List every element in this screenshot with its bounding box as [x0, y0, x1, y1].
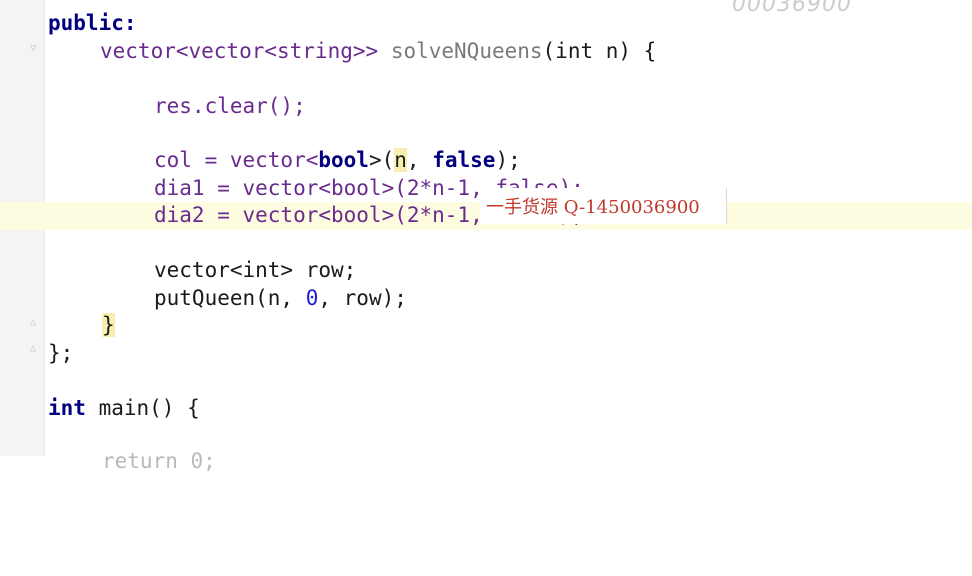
code-line-3: res.clear();	[154, 94, 306, 118]
fold-marker-icon[interactable]: ▽	[30, 44, 40, 54]
code-line-4: col = vector<bool>(n, false);	[154, 148, 521, 172]
fold-marker-icon[interactable]: △	[30, 344, 40, 354]
fold-marker-icon[interactable]: △	[30, 318, 40, 328]
code-line-10: };	[48, 341, 74, 365]
code-line-11: int main() {	[48, 396, 200, 420]
code-line-12: return 0;	[102, 449, 216, 473]
code-line-1: public:	[48, 11, 137, 35]
code-line-7: vector<int> row;	[154, 258, 357, 282]
watermark-overlay: 一手货源 Q-1450036900	[480, 188, 727, 224]
code-area[interactable]: public: vector<vector<string>> solveNQue…	[48, 0, 656, 576]
code-line-2: vector<vector<string>> solveNQueens(int …	[100, 39, 657, 63]
code-line-9: }	[102, 313, 115, 337]
code-line-8: putQueen(n, 0, row);	[154, 286, 407, 310]
watermark-fragment: 00036900	[732, 0, 852, 17]
